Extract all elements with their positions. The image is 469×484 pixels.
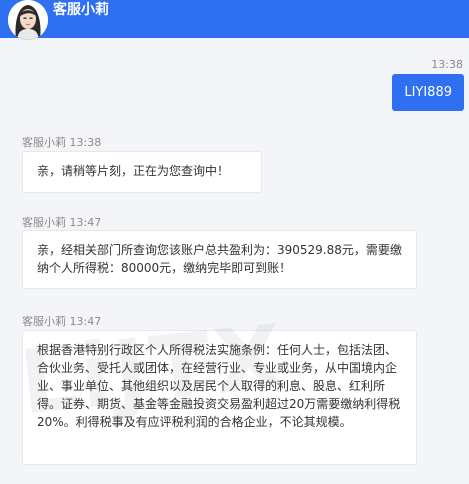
sender-name: 客服小莉 [22,216,66,229]
incoming-message-bubble: 亲，请稍等片刻，正在为您查询中！ [22,151,262,193]
message-meta: 客服小莉 13:47 [22,214,101,230]
message-meta: 客服小莉 13:47 [22,313,101,329]
outgoing-timestamp: 13:38 [431,58,463,71]
incoming-message-bubble: 亲，经相关部门所查询您该账户总共盈利为：390529.88元，需要缴纳个人所得税… [22,230,417,289]
sender-name: 客服小莉 [22,136,66,149]
outgoing-message-bubble: LIYI889 [392,74,464,111]
message-time: 13:38 [69,136,102,149]
header-title: 客服小莉 [53,2,109,18]
agent-avatar-icon [8,0,48,40]
message-time: 13:47 [69,315,102,328]
message-meta: 客服小莉 13:38 [22,134,101,150]
sender-name: 客服小莉 [22,315,66,328]
avatar[interactable] [8,0,48,40]
chat-header: 客服小莉 [0,0,469,40]
message-time: 13:47 [69,216,102,229]
incoming-message-bubble: 根据香港特别行政区个人所得税法实施条例：任何人士，包括法团、合伙业务、受托人或团… [22,330,417,465]
